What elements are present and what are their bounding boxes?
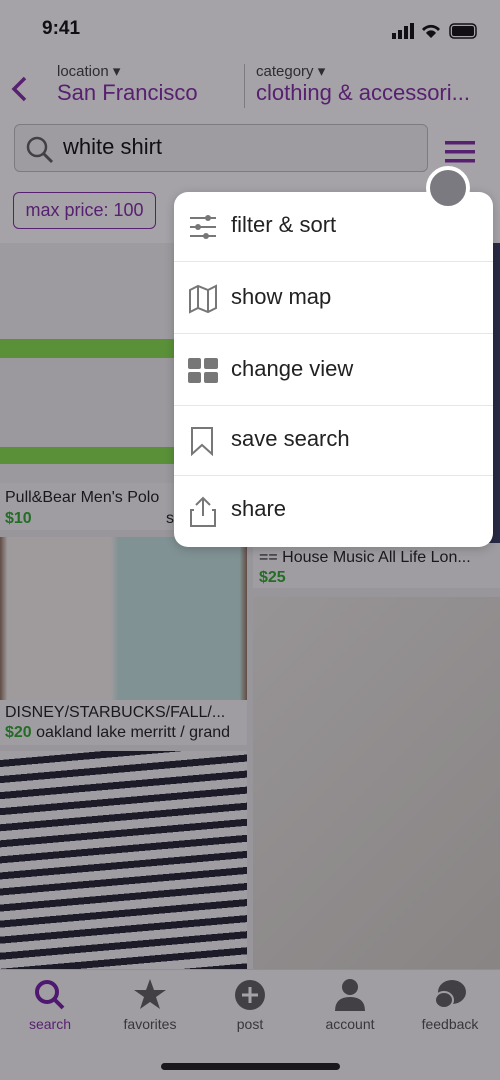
bookmark-icon xyxy=(191,427,213,456)
sliders-icon xyxy=(190,215,216,239)
menu-item-change-view[interactable]: change view xyxy=(174,336,493,406)
menu-item-label: show map xyxy=(231,284,332,309)
menu-item-save-search[interactable]: save search xyxy=(174,406,493,476)
menu-item-label: change view xyxy=(231,356,354,381)
menu-item-show-map[interactable]: show map xyxy=(174,264,493,334)
options-menu: filter & sort show map change view save … xyxy=(174,192,493,547)
share-icon xyxy=(190,496,216,527)
menu-item-label: share xyxy=(231,496,287,521)
grid-icon xyxy=(188,358,218,383)
menu-item-label: save search xyxy=(231,426,350,451)
menu-item-share[interactable]: share xyxy=(174,476,493,546)
menu-item-label: filter & sort xyxy=(231,212,337,237)
map-icon xyxy=(189,284,217,314)
touch-indicator xyxy=(426,166,470,210)
